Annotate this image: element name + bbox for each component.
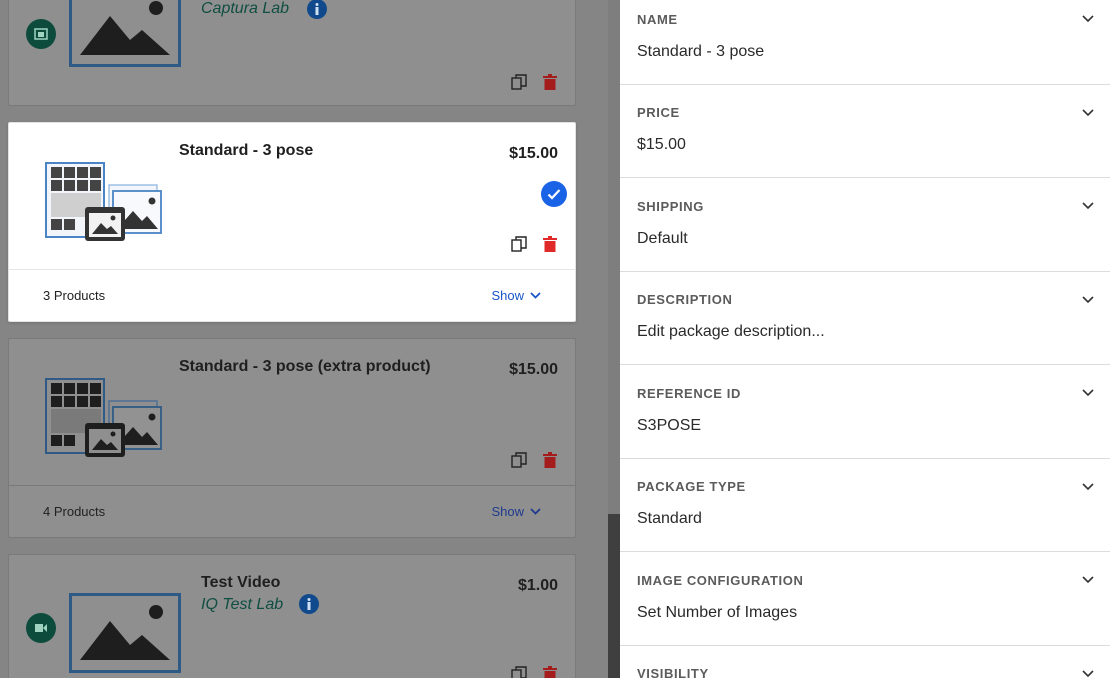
delete-icon[interactable] [543, 74, 557, 90]
lab-badge-icon [26, 19, 56, 49]
field-value[interactable]: Standard - 3 pose [637, 43, 764, 61]
package-lab-name: Captura Lab [201, 0, 290, 17]
card-divider [9, 485, 575, 486]
scrollbar[interactable] [608, 0, 620, 678]
field-reference-id[interactable]: REFERENCE ID S3POSE [620, 365, 1110, 459]
field-package-type[interactable]: PACKAGE TYPE Standard [620, 459, 1110, 552]
package-title: Test Video [201, 574, 281, 591]
duplicate-icon[interactable] [511, 236, 527, 252]
thumbnail-image-icon [69, 593, 181, 673]
chevron-down-icon[interactable] [1082, 202, 1094, 210]
field-value[interactable]: Edit package description... [637, 323, 825, 341]
duplicate-icon[interactable] [511, 666, 527, 678]
package-collage-icon [45, 161, 163, 243]
package-lab-name: IQ Test Lab [201, 596, 284, 613]
field-label: SHIPPING [637, 199, 704, 214]
chevron-down-icon [530, 292, 541, 299]
chevron-down-icon[interactable] [1082, 576, 1094, 584]
chevron-down-icon[interactable] [1082, 109, 1094, 117]
field-label: NAME [637, 12, 678, 27]
show-label: Show [491, 504, 524, 519]
field-label: PRICE [637, 105, 680, 120]
show-label: Show [491, 288, 524, 303]
info-icon[interactable] [307, 0, 327, 19]
field-value[interactable]: Default [637, 230, 688, 248]
chevron-down-icon[interactable] [1082, 15, 1094, 23]
field-value[interactable]: $15.00 [637, 136, 686, 154]
package-list: Captura Lab Standard - 3 pose $15.00 3 P… [0, 0, 608, 678]
selected-check-icon[interactable] [541, 181, 567, 207]
field-price[interactable]: PRICE $15.00 [620, 85, 1110, 178]
field-image-configuration[interactable]: IMAGE CONFIGURATION Set Number of Images [620, 552, 1110, 646]
field-value[interactable]: Standard [637, 510, 702, 528]
card-divider [9, 269, 575, 270]
field-description[interactable]: DESCRIPTION Edit package description... [620, 272, 1110, 365]
package-card-selected[interactable]: Standard - 3 pose $15.00 3 Products Show [8, 122, 576, 322]
package-title: Standard - 3 pose (extra product) [179, 358, 431, 375]
field-label: VISIBILITY [637, 666, 709, 678]
show-products-button[interactable]: Show [491, 288, 541, 303]
info-icon[interactable] [299, 594, 319, 614]
field-label: IMAGE CONFIGURATION [637, 573, 804, 588]
package-collage-icon [45, 377, 163, 459]
package-card[interactable]: Standard - 3 pose (extra product) $15.00… [8, 338, 576, 538]
field-visibility[interactable]: VISIBILITY [620, 646, 1110, 678]
field-shipping[interactable]: SHIPPING Default [620, 178, 1110, 272]
thumbnail-image-icon [69, 0, 181, 67]
delete-icon[interactable] [543, 666, 557, 678]
field-value[interactable]: Set Number of Images [637, 604, 797, 622]
package-card[interactable]: Test Video IQ Test Lab $1.00 [8, 554, 576, 678]
package-price: $15.00 [509, 361, 558, 378]
delete-icon[interactable] [543, 236, 557, 252]
package-title: Standard - 3 pose [179, 142, 314, 159]
scrollbar-thumb[interactable] [608, 514, 620, 678]
delete-icon[interactable] [543, 452, 557, 468]
field-label: PACKAGE TYPE [637, 479, 746, 494]
show-products-button[interactable]: Show [491, 504, 541, 519]
video-badge-icon [26, 613, 56, 643]
field-label: REFERENCE ID [637, 386, 741, 401]
product-count: 3 Products [43, 288, 106, 303]
chevron-down-icon [530, 508, 541, 515]
chevron-down-icon[interactable] [1082, 389, 1094, 397]
chevron-down-icon[interactable] [1082, 670, 1094, 678]
field-value[interactable]: S3POSE [637, 417, 701, 435]
package-price: $15.00 [509, 145, 558, 162]
product-count: 4 Products [43, 504, 106, 519]
field-name[interactable]: NAME Standard - 3 pose [620, 0, 1110, 85]
duplicate-icon[interactable] [511, 74, 527, 90]
chevron-down-icon[interactable] [1082, 483, 1094, 491]
package-card[interactable]: Captura Lab [8, 0, 576, 106]
package-price: $1.00 [517, 577, 558, 594]
field-label: DESCRIPTION [637, 292, 733, 307]
chevron-down-icon[interactable] [1082, 296, 1094, 304]
duplicate-icon[interactable] [511, 452, 527, 468]
package-details-panel: NAME Standard - 3 pose PRICE $15.00 SHIP… [620, 0, 1110, 678]
